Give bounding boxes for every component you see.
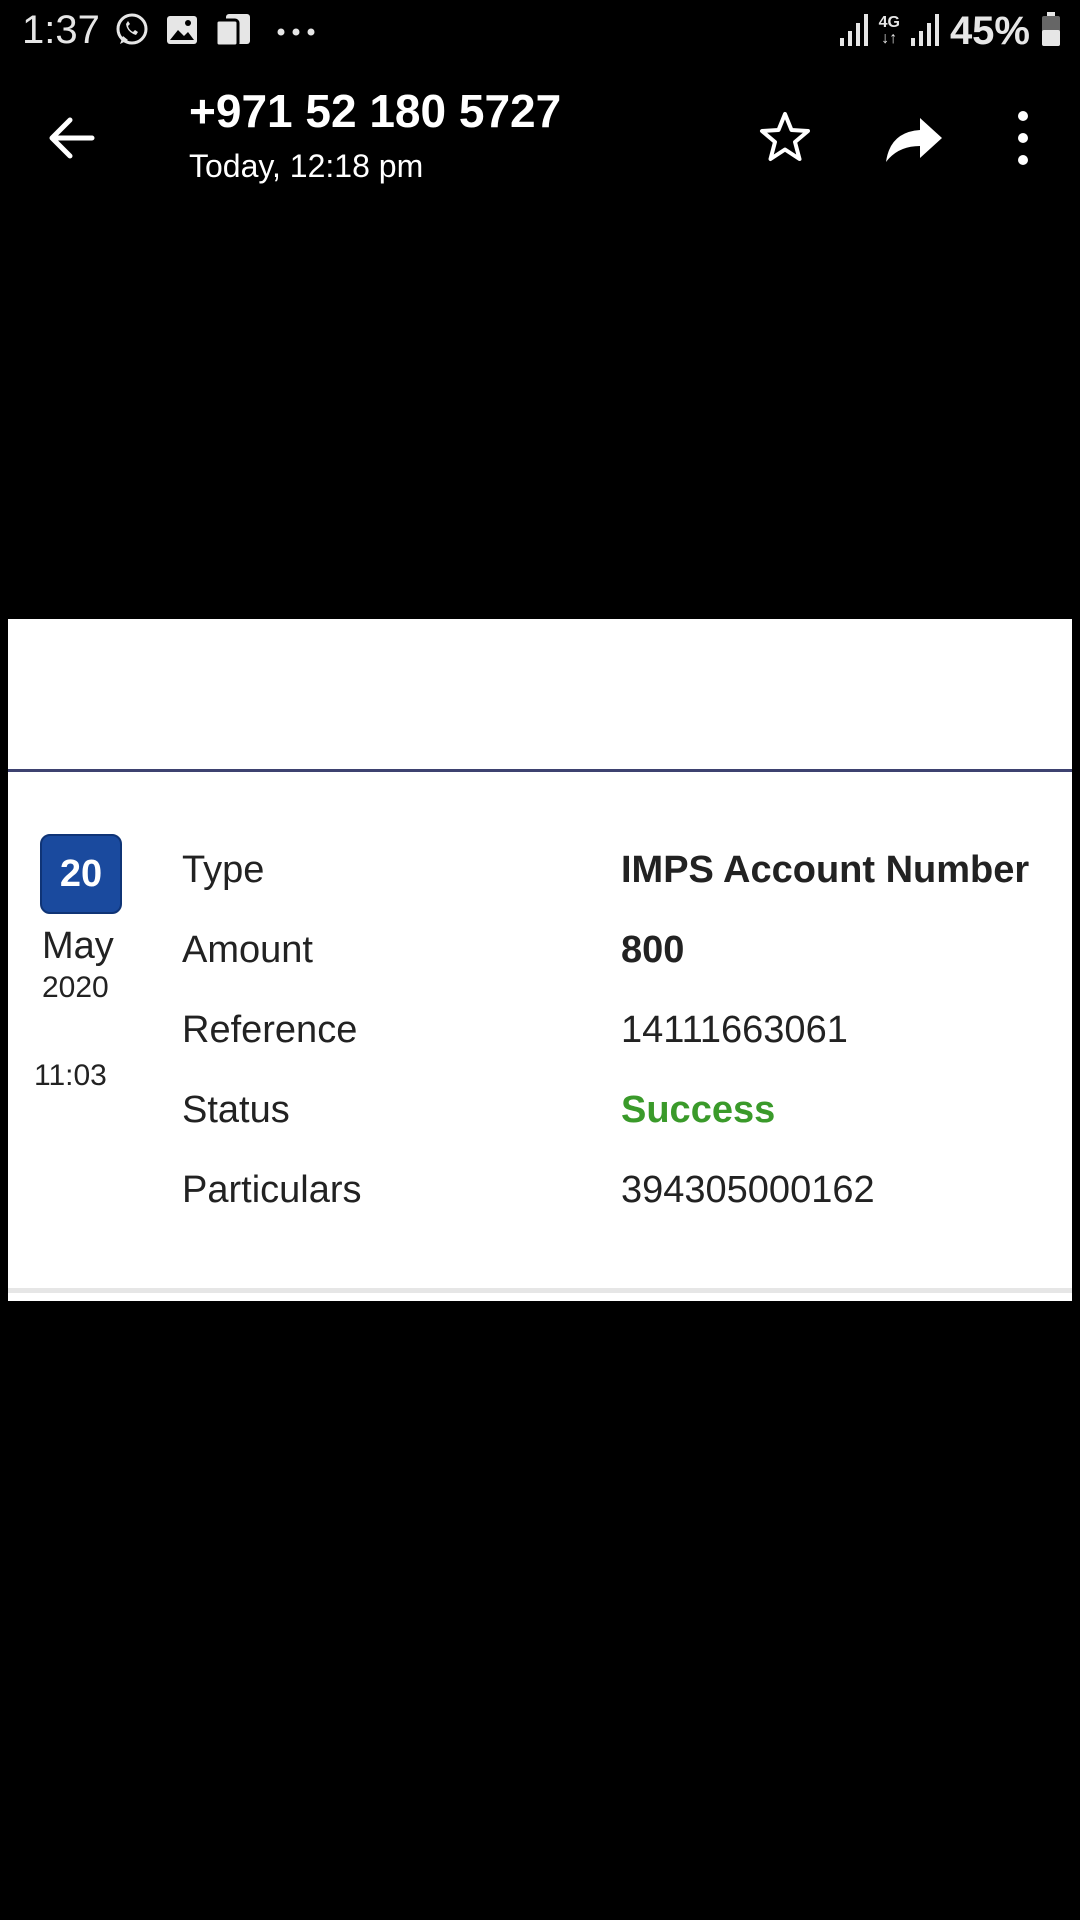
more-options-button[interactable] <box>1004 106 1042 170</box>
amount-value: 800 <box>621 929 685 971</box>
forward-icon <box>886 118 942 162</box>
reference-value: 14111663061 <box>621 1009 848 1051</box>
card-bottom-divider <box>8 1288 1072 1293</box>
whatsapp-icon <box>114 12 150 53</box>
reference-label: Reference <box>182 1009 358 1051</box>
date-badge: 20 <box>40 834 122 914</box>
more-vertical-icon <box>1018 111 1028 165</box>
type-label: Type <box>182 849 265 891</box>
gallery-icon <box>164 12 200 53</box>
particulars-value: 394305000162 <box>621 1169 875 1211</box>
signal-icon <box>910 12 940 51</box>
files-icon <box>212 12 254 53</box>
star-button[interactable] <box>755 108 815 168</box>
star-icon <box>760 112 810 161</box>
transaction-time: 11:03 <box>34 1059 107 1092</box>
type-value: IMPS Account Number <box>621 849 1030 891</box>
status-value: Success <box>621 1089 776 1131</box>
back-button[interactable] <box>42 108 102 168</box>
forward-button[interactable] <box>880 110 946 170</box>
message-timestamp: Today, 12:18 pm <box>189 148 424 184</box>
date-year: 2020 <box>42 971 109 1004</box>
status-bar: 1:37 4G ↓↑ 45% <box>0 0 1080 62</box>
4g-icon: 4G ↓↑ <box>878 14 900 47</box>
app-header: +971 52 180 5727 Today, 12:18 pm <box>0 70 1080 200</box>
back-arrow-icon <box>49 117 95 159</box>
more-notifications-icon <box>276 24 316 42</box>
status-time: 1:37 <box>22 8 100 52</box>
date-month: May <box>42 925 114 967</box>
status-label: Status <box>182 1089 290 1131</box>
contact-number: +971 52 180 5727 <box>189 85 562 137</box>
battery-percent: 45% <box>949 8 1030 53</box>
battery-icon <box>1040 11 1062 52</box>
divider <box>8 769 1072 772</box>
shared-image[interactable]: 20 May 2020 11:03 Type IMPS Account Numb… <box>8 619 1072 1301</box>
amount-label: Amount <box>182 929 313 971</box>
card-header-area <box>8 619 1072 769</box>
particulars-label: Particulars <box>182 1169 362 1211</box>
signal-icon <box>839 12 869 51</box>
